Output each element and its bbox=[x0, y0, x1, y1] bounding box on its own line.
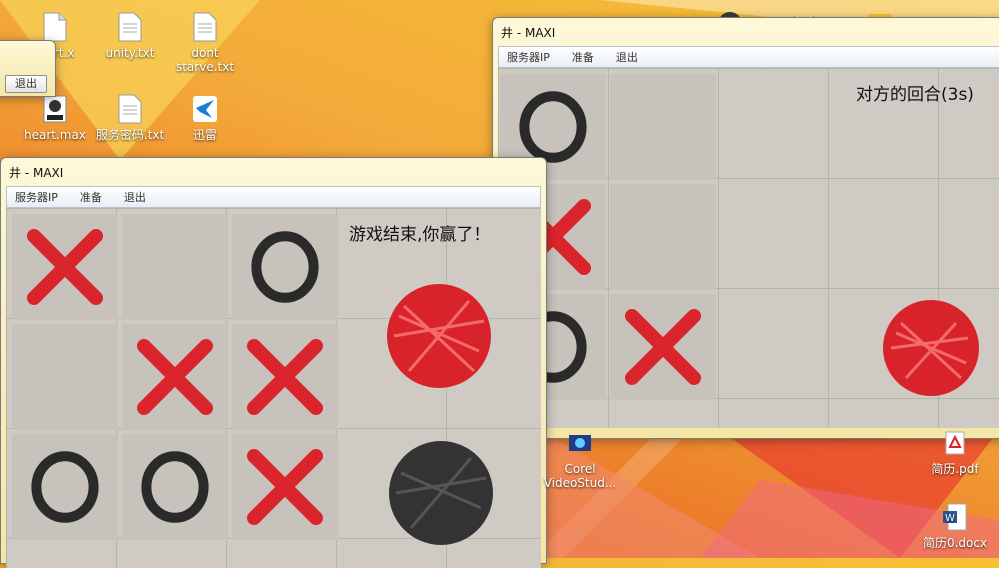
o-mark bbox=[251, 231, 319, 303]
svg-text:W: W bbox=[945, 513, 955, 524]
board-cell[interactable] bbox=[610, 294, 716, 400]
window-title: 井 - MAXI bbox=[9, 165, 64, 180]
desktop-icon-service-password[interactable]: 服务密码.txt bbox=[90, 94, 170, 142]
back-game-window[interactable]: 井 - MAXI 服务器IP 准备 退出 对方的回合(3s) bbox=[492, 17, 999, 439]
board-cell[interactable] bbox=[122, 214, 228, 320]
board-cell[interactable] bbox=[122, 324, 228, 430]
x-mark bbox=[247, 339, 323, 415]
small-dialog-window: 退出 bbox=[0, 40, 56, 97]
word-icon: W bbox=[943, 503, 967, 531]
exit-button[interactable]: 退出 bbox=[5, 75, 47, 93]
x-mark bbox=[27, 229, 103, 305]
turn-status: 对方的回合(3s) bbox=[856, 85, 974, 105]
menu-bar: 服务器IP 准备 退出 bbox=[6, 186, 541, 208]
menu-ready[interactable]: 准备 bbox=[72, 189, 116, 205]
desktop-icon-resume-pdf[interactable]: 简历.pdf bbox=[915, 428, 995, 476]
board-cell[interactable] bbox=[12, 214, 118, 320]
pdf-icon bbox=[945, 431, 965, 455]
front-game-window[interactable]: 井 - MAXI 服务器IP 准备 退出 游戏结束,你赢了！ bbox=[0, 157, 547, 568]
board-cell[interactable] bbox=[12, 324, 118, 430]
x-mark bbox=[247, 449, 323, 525]
desktop-icon-corel[interactable]: Corel VideoStud... bbox=[540, 428, 620, 490]
board-cell[interactable] bbox=[232, 324, 338, 430]
x-mark bbox=[625, 309, 701, 385]
board-cell[interactable] bbox=[232, 434, 338, 540]
red-player-disc bbox=[883, 300, 979, 396]
desktop-icon-dont-starve-txt[interactable]: dont starve.txt bbox=[165, 12, 245, 74]
menu-server-ip[interactable]: 服务器IP bbox=[7, 189, 72, 205]
menu-ready[interactable]: 准备 bbox=[564, 49, 608, 65]
text-file-icon bbox=[118, 12, 142, 42]
o-mark bbox=[141, 451, 209, 523]
desktop-icon-unity-txt[interactable]: unity.txt bbox=[90, 12, 170, 60]
text-file-icon bbox=[193, 12, 217, 42]
menu-server-ip[interactable]: 服务器IP bbox=[499, 49, 564, 65]
menu-exit[interactable]: 退出 bbox=[116, 189, 160, 205]
window-title: 井 - MAXI bbox=[501, 25, 556, 40]
text-file-icon bbox=[118, 94, 142, 124]
desktop-icon-thunder[interactable]: 迅雷 bbox=[165, 94, 245, 142]
game-board-canvas[interactable]: 对方的回合(3s) bbox=[498, 68, 999, 428]
game-result-status: 游戏结束,你赢了！ bbox=[349, 225, 491, 245]
board-cell[interactable] bbox=[610, 184, 716, 290]
board-cell[interactable] bbox=[12, 434, 118, 540]
red-player-disc bbox=[387, 284, 491, 388]
game-board-canvas[interactable]: 游戏结束,你赢了！ bbox=[6, 208, 541, 568]
board-cell[interactable] bbox=[122, 434, 228, 540]
desktop-icon-resume-docx[interactable]: W 简历0.docx bbox=[915, 502, 995, 550]
max-file-icon bbox=[43, 95, 67, 123]
desktop-icon-heart-max[interactable]: heart.max bbox=[15, 94, 95, 142]
menu-bar: 服务器IP 准备 退出 bbox=[498, 46, 999, 68]
text-file-icon bbox=[43, 12, 67, 42]
board-cell[interactable] bbox=[232, 214, 338, 320]
corel-icon bbox=[569, 435, 591, 451]
board-cell[interactable] bbox=[610, 74, 716, 180]
black-player-disc bbox=[389, 441, 493, 545]
desktop-icon-x[interactable]: x bbox=[0, 96, 5, 144]
x-mark bbox=[137, 339, 213, 415]
thunder-bird-icon bbox=[193, 96, 217, 122]
o-mark bbox=[31, 451, 99, 523]
menu-exit[interactable]: 退出 bbox=[608, 49, 652, 65]
